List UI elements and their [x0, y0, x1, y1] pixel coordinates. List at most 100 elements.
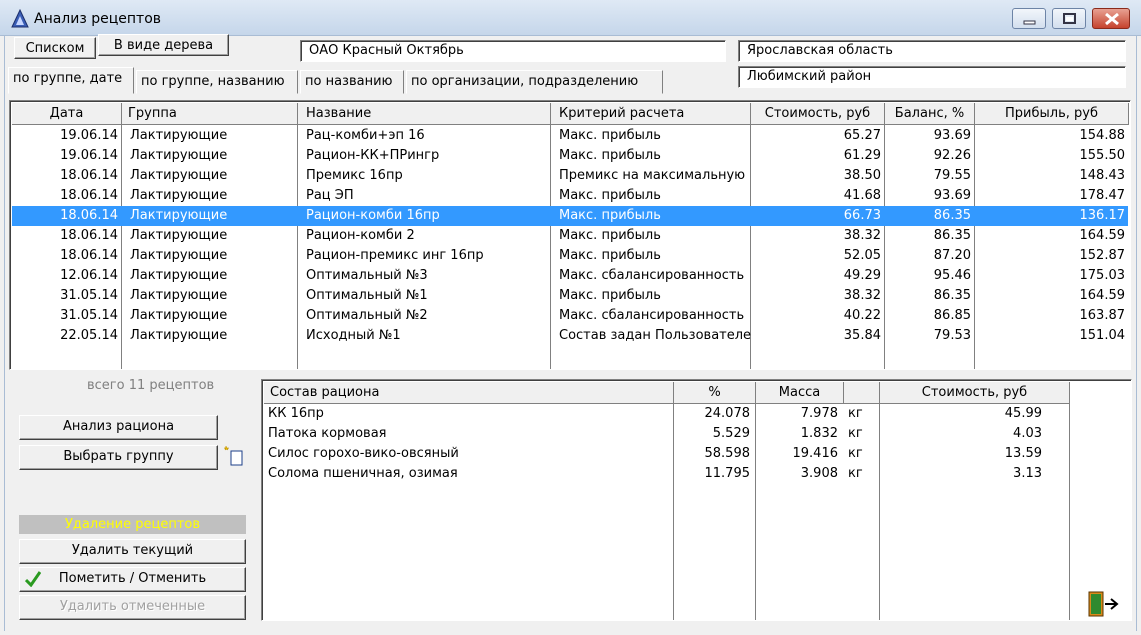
- table-cell: 65.27: [843, 128, 881, 143]
- table-cell: 79.53: [933, 328, 971, 343]
- table-cell: Макс. прибыль: [559, 188, 661, 203]
- table-cell: 86.35: [933, 208, 971, 223]
- table-cell: 19.06.14: [60, 148, 118, 163]
- restore-icon: [1063, 13, 1076, 24]
- composition-cell: кг: [848, 446, 863, 461]
- table-cell: Макс. сбалансированность: [559, 268, 745, 283]
- table-cell: 175.03: [1079, 268, 1126, 283]
- composition-cell: кг: [848, 466, 863, 481]
- list-item[interactable]: КК 16пр 24.078 7.978 кг 45.99: [264, 404, 1130, 424]
- list-view-label: Списком: [25, 41, 85, 56]
- table-cell: 22.05.14: [60, 328, 118, 343]
- table-cell: 86.85: [933, 308, 971, 323]
- table-cell: Макс. прибыль: [559, 288, 661, 303]
- delete-current-label: Удалить текущий: [71, 543, 194, 558]
- table-row[interactable]: 31.05.14 Лактирующие Оптимальный №2 Макс. с…: [12, 306, 1128, 326]
- table-cell: 38.50: [843, 168, 881, 183]
- table-row[interactable]: 18.06.14 Лактирующие Рацион-комби 2 Макс. п…: [12, 226, 1128, 246]
- table-cell: Лактирующие: [130, 328, 228, 343]
- column-header-cost[interactable]: Стоимость, руб: [751, 103, 885, 125]
- delete-marked-button[interactable]: Удалить отмеченные: [19, 595, 246, 620]
- table-cell: Лактирующие: [130, 228, 228, 243]
- table-row[interactable]: 18.06.14 Лактирующие Премикс 16пр Премикс н…: [12, 166, 1128, 186]
- maximize-button[interactable]: [1052, 8, 1086, 29]
- column-header-component[interactable]: Состав рациона: [264, 382, 674, 404]
- table-cell: 152.87: [1079, 248, 1126, 263]
- table-row[interactable]: 19.06.14 Лактирующие Рац-комби+эп 16 Макс. …: [12, 126, 1128, 146]
- column-header-percent[interactable]: %: [674, 382, 756, 404]
- title-bar[interactable]: [0, 0, 1141, 36]
- table-cell: Исходный №1: [306, 328, 401, 343]
- column-header-date[interactable]: Дата: [12, 103, 122, 125]
- choose-group-button[interactable]: Выбрать группу: [19, 445, 218, 470]
- table-cell: 92.26: [933, 148, 971, 163]
- tab-organization[interactable]: по организации, подразделению: [406, 70, 663, 94]
- close-button[interactable]: [1092, 8, 1130, 29]
- list-item[interactable]: Силос горохо-вико-овсяный 58.598 19.416 кг 1…: [264, 444, 1130, 464]
- table-cell: Оптимальный №3: [306, 268, 428, 283]
- column-header-component-cost[interactable]: Стоимость, руб: [880, 382, 1070, 404]
- table-row[interactable]: 22.05.14 Лактирующие Исходный №1 Состав зад…: [12, 326, 1128, 346]
- tab-group-name[interactable]: по группе, названию: [136, 70, 298, 94]
- table-cell: Лактирующие: [130, 248, 228, 263]
- exit-icon[interactable]: [1086, 590, 1120, 618]
- table-cell: 154.88: [1079, 128, 1126, 143]
- table-cell: Макс. прибыль: [559, 228, 661, 243]
- analyze-label: Анализ рациона: [62, 419, 175, 434]
- tab-name[interactable]: по названию: [300, 70, 404, 94]
- table-cell: 18.06.14: [60, 248, 118, 263]
- new-document-icon[interactable]: [222, 444, 244, 468]
- table-cell: 148.43: [1079, 168, 1126, 183]
- table-row[interactable]: 18.06.14 Лактирующие Рацион-комби 16пр Макс…: [12, 206, 1128, 226]
- table-cell: 40.22: [843, 308, 881, 323]
- composition-table[interactable]: Состав рациона % Масса Стоимость, руб КК…: [261, 379, 1132, 621]
- column-header-unit[interactable]: [844, 382, 880, 404]
- table-row[interactable]: 18.06.14 Лактирующие Рац ЭП Макс. прибыль 41…: [12, 186, 1128, 206]
- mark-toggle-label: Пометить / Отменить: [58, 571, 207, 586]
- table-cell: 19.06.14: [60, 128, 118, 143]
- composition-cell: 19.416: [792, 446, 839, 461]
- composition-cell: 5.529: [712, 426, 750, 441]
- composition-cell: 3.13: [1013, 466, 1042, 481]
- delete-marked-label: Удалить отмеченные: [59, 599, 206, 614]
- column-header-balance[interactable]: Баланс, %: [885, 103, 975, 125]
- composition-cell: Силос горохо-вико-овсяный: [268, 446, 459, 461]
- composition-cell: КК 16пр: [268, 406, 324, 421]
- table-cell: Состав задан Пользователем: [559, 328, 751, 343]
- column-header-profit[interactable]: Прибыль, руб: [975, 103, 1129, 125]
- table-cell: 31.05.14: [60, 308, 118, 323]
- list-item[interactable]: Патока кормовая 5.529 1.832 кг 4.03: [264, 424, 1130, 444]
- choose-group-label: Выбрать группу: [63, 449, 174, 464]
- analyze-ration-button[interactable]: Анализ рациона: [19, 415, 218, 440]
- column-header-name[interactable]: Название: [298, 103, 551, 125]
- list-view-button[interactable]: Списком: [14, 37, 96, 59]
- list-item[interactable]: Солома пшеничная, озимая 11.795 3.908 кг 3.1…: [264, 464, 1130, 484]
- minimize-button[interactable]: [1012, 8, 1046, 29]
- table-cell: Премикс на максимальную: [559, 168, 746, 183]
- table-cell: Рацион-премикс инг 16пр: [306, 248, 484, 263]
- mark-toggle-button[interactable]: Пометить / Отменить: [19, 567, 246, 592]
- column-header-criterion[interactable]: Критерий расчета: [551, 103, 751, 125]
- recipe-count: всего 11 рецептов: [87, 378, 215, 393]
- table-cell: 155.50: [1079, 148, 1126, 163]
- table-row[interactable]: 31.05.14 Лактирующие Оптимальный №1 Макс. …: [12, 286, 1128, 306]
- column-header-group[interactable]: Группа: [122, 103, 298, 125]
- composition-cell: 4.03: [1013, 426, 1042, 441]
- composition-cell: Солома пшеничная, озимая: [268, 466, 458, 481]
- composition-cell: 7.978: [800, 406, 838, 421]
- table-row[interactable]: 19.06.14 Лактирующие Рацион-КК+ПРингр Макс.…: [12, 146, 1128, 166]
- close-icon: [1105, 12, 1119, 26]
- table-row[interactable]: 18.06.14 Лактирующие Рацион-премикс инг 16…: [12, 246, 1128, 266]
- table-cell: Макс. прибыль: [559, 208, 661, 223]
- window-title: Анализ рецептов: [34, 11, 162, 27]
- organization-field: ОАО Красный Октябрь: [300, 40, 726, 62]
- table-cell: Рац-комби+эп 16: [306, 128, 425, 143]
- delete-current-button[interactable]: Удалить текущий: [19, 539, 246, 564]
- table-row[interactable]: 12.06.14 Лактирующие Оптимальный №3 Макс. с…: [12, 266, 1128, 286]
- column-header-mass[interactable]: Масса: [756, 382, 844, 404]
- table-cell: Рац ЭП: [306, 188, 354, 203]
- tab-group-date[interactable]: по группе, дате: [8, 67, 134, 94]
- tree-view-button[interactable]: В виде дерева: [98, 34, 229, 56]
- recipes-table[interactable]: Дата Группа Название Критерий расчета Ст…: [9, 100, 1131, 370]
- composition-cell: 13.59: [1004, 446, 1042, 461]
